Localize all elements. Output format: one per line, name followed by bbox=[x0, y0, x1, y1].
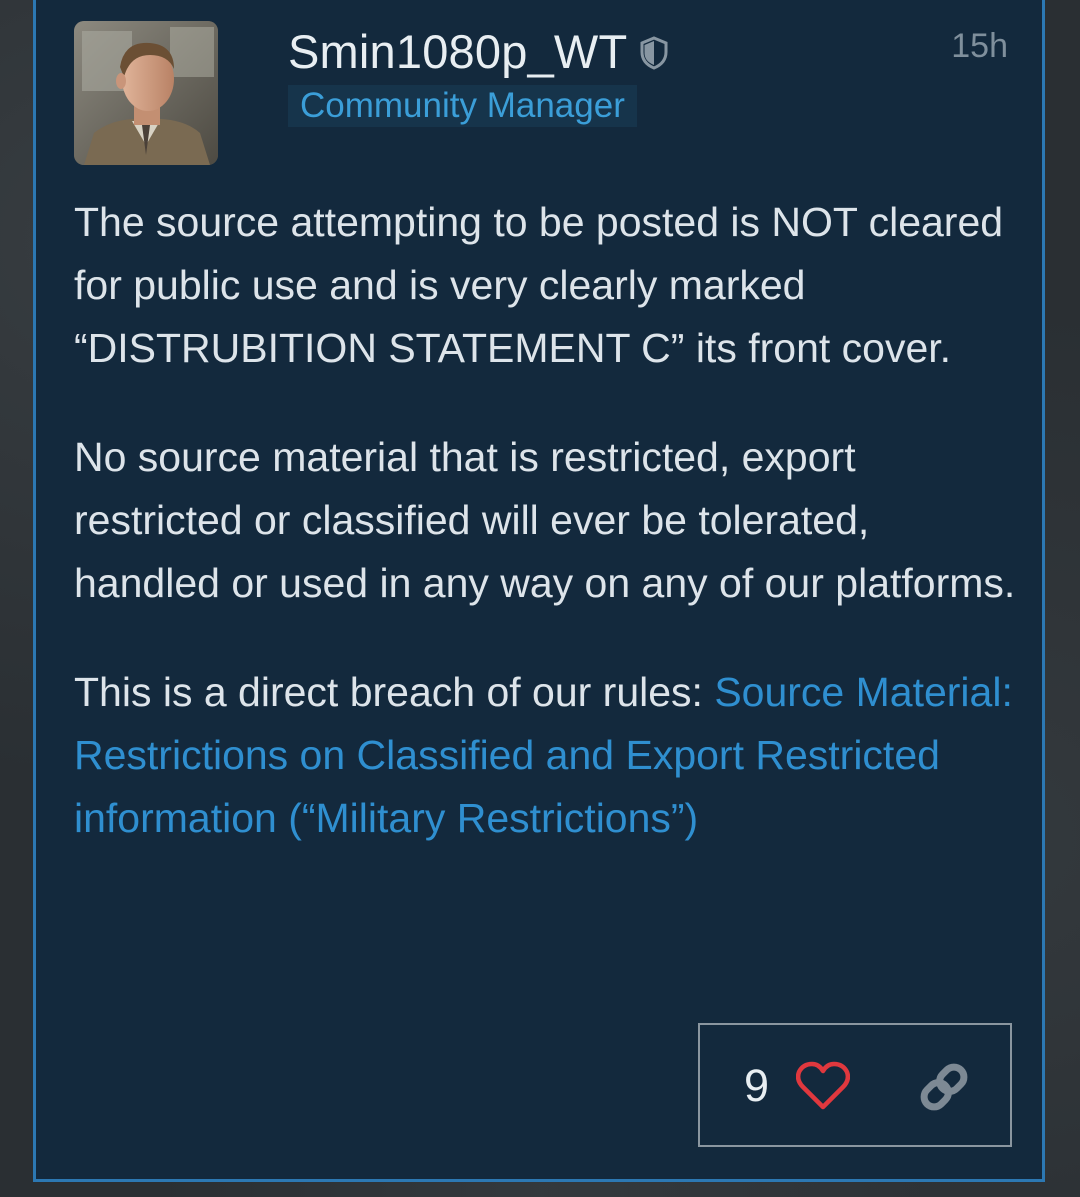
shield-icon bbox=[639, 36, 669, 70]
heart-icon[interactable] bbox=[795, 1061, 851, 1111]
avatar[interactable] bbox=[74, 21, 218, 165]
post-actions: 9 bbox=[698, 1023, 1012, 1147]
post-paragraph: The source attempting to be posted is NO… bbox=[74, 199, 1004, 371]
rules-paragraph: This is a direct breach of our rules: So… bbox=[74, 661, 1024, 850]
like-count[interactable]: 9 bbox=[744, 1059, 769, 1113]
link-icon[interactable] bbox=[916, 1059, 972, 1115]
post-paragraph: No source material that is restricted, e… bbox=[74, 434, 1016, 606]
post-body: The source attempting to be posted is NO… bbox=[74, 191, 1024, 896]
post-card: Smin1080p_WT Community Manager 15h The s… bbox=[33, 0, 1045, 1182]
author-row: Smin1080p_WT bbox=[288, 23, 669, 79]
rules-intro: This is a direct breach of our rules: bbox=[74, 669, 715, 715]
username[interactable]: Smin1080p_WT bbox=[288, 24, 627, 79]
role-badge: Community Manager bbox=[288, 85, 637, 127]
post-timestamp[interactable]: 15h bbox=[951, 27, 1008, 66]
avatar-image bbox=[74, 21, 218, 165]
